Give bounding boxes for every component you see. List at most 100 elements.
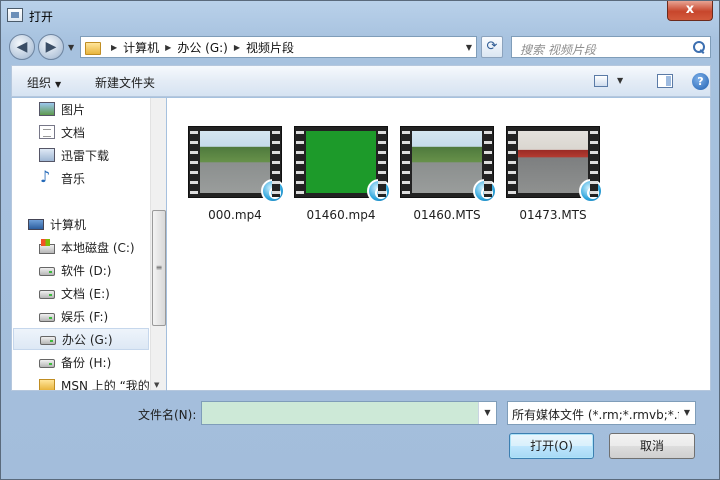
drive-icon bbox=[39, 290, 55, 299]
sidebar-item-drive-h[interactable]: 备份 (H:) bbox=[12, 351, 152, 373]
filename-label: 文件名(N): bbox=[138, 408, 197, 422]
chevron-down-icon[interactable]: ▼ bbox=[617, 76, 623, 85]
file-list: 000.mp4 01460.mp4 01460.MTS 01473.MTS bbox=[167, 98, 711, 391]
video-thumbnail bbox=[506, 126, 603, 203]
navigation-bar: ◀ ▶ ▼ ▶ 计算机 ▶ 办公 (G:) ▶ 视频片段 ▼ ⟳ 搜索 视频片段 bbox=[1, 31, 719, 63]
sidebar-item-pictures[interactable]: 图片 bbox=[12, 98, 152, 120]
preview-pane-icon[interactable] bbox=[657, 74, 673, 88]
sidebar-item-label: 娱乐 (F:) bbox=[61, 309, 109, 324]
media-player-icon bbox=[367, 179, 391, 203]
navigation-pane: 图片 文档 迅雷下载 音乐 计算机 本地磁盘 (C:) 软件 (D:) 文档 bbox=[11, 98, 166, 391]
organize-menu[interactable]: 组织 ▼ bbox=[27, 74, 61, 91]
help-icon[interactable]: ? bbox=[692, 73, 709, 90]
sidebar-item-label: 计算机 bbox=[50, 217, 87, 232]
close-button[interactable]: x bbox=[667, 1, 713, 21]
sidebar-item-label: 图片 bbox=[61, 102, 86, 117]
organize-label: 组织 bbox=[27, 76, 52, 90]
chevron-down-icon[interactable]: ▼ bbox=[679, 402, 695, 424]
scrollbar-thumb[interactable]: ≡ bbox=[152, 210, 166, 326]
breadcrumb-video-clips[interactable]: 视频片段 bbox=[246, 39, 294, 56]
drive-icon bbox=[39, 313, 55, 322]
video-thumbnail bbox=[400, 126, 497, 203]
command-toolbar: 组织 ▼ 新建文件夹 ▼ ? bbox=[11, 65, 711, 97]
video-thumbnail bbox=[188, 126, 285, 203]
file-item[interactable]: 01460.mp4 bbox=[291, 126, 391, 222]
file-item[interactable]: 01473.MTS bbox=[503, 126, 603, 222]
sidebar-item-label: 软件 (D:) bbox=[61, 263, 112, 278]
window-title: 打开 bbox=[29, 10, 54, 24]
chevron-right-icon[interactable]: ▶ bbox=[234, 43, 240, 52]
search-icon[interactable] bbox=[691, 40, 705, 54]
file-name: 01473.MTS bbox=[519, 208, 587, 222]
sidebar-item-drive-g[interactable]: 办公 (G:) bbox=[13, 328, 149, 350]
file-name: 01460.mp4 bbox=[306, 208, 376, 222]
sidebar-item-label: 文档 bbox=[61, 125, 86, 140]
cancel-button[interactable]: 取消 bbox=[609, 433, 695, 459]
new-folder-button[interactable]: 新建文件夹 bbox=[95, 74, 155, 91]
sidebar-item-label: 音乐 bbox=[61, 171, 86, 186]
sidebar-item-documents[interactable]: 文档 bbox=[12, 121, 152, 143]
sidebar-item-label: 迅雷下载 bbox=[61, 148, 110, 163]
chevron-down-icon[interactable]: ▼ bbox=[478, 402, 496, 424]
forward-button[interactable]: ▶ bbox=[38, 34, 64, 60]
computer-icon bbox=[28, 218, 44, 230]
drive-icon bbox=[39, 267, 55, 276]
sidebar-item-drive-e[interactable]: 文档 (E:) bbox=[12, 282, 152, 304]
file-type-value: 所有媒体文件 (*.rm;*.rmvb;*.fl bbox=[512, 408, 686, 422]
address-bar[interactable]: ▶ 计算机 ▶ 办公 (G:) ▶ 视频片段 ▼ bbox=[80, 36, 477, 58]
search-placeholder: 搜索 视频片段 bbox=[520, 43, 596, 57]
chevron-right-icon[interactable]: ▶ bbox=[111, 43, 117, 52]
breadcrumb-computer[interactable]: 计算机 bbox=[123, 39, 159, 56]
drive-icon bbox=[40, 336, 56, 345]
media-player-icon bbox=[261, 179, 285, 203]
breadcrumb-drive-g[interactable]: 办公 (G:) bbox=[177, 39, 228, 56]
music-icon bbox=[39, 167, 55, 186]
scroll-down-arrow[interactable]: ▼ bbox=[154, 381, 159, 389]
open-file-dialog: 打开 x ◀ ▶ ▼ ▶ 计算机 ▶ 办公 (G:) ▶ 视频片段 ▼ ⟳ 搜索… bbox=[0, 0, 720, 480]
video-frame bbox=[412, 131, 482, 193]
search-input[interactable]: 搜索 视频片段 bbox=[511, 36, 711, 58]
media-player-icon bbox=[579, 179, 603, 203]
chevron-right-icon[interactable]: ▶ bbox=[165, 43, 171, 52]
sidebar-item-drive-d[interactable]: 软件 (D:) bbox=[12, 259, 152, 281]
sidebar-item-drive-f[interactable]: 娱乐 (F:) bbox=[12, 305, 152, 327]
chevron-down-icon[interactable]: ▼ bbox=[466, 43, 472, 52]
sidebar-item-music[interactable]: 音乐 bbox=[12, 167, 152, 189]
file-name: 01460.MTS bbox=[413, 208, 481, 222]
sidebar-item-msn-folder[interactable]: MSN 上的 “我的 bbox=[12, 374, 152, 391]
back-button[interactable]: ◀ bbox=[9, 34, 35, 60]
open-button[interactable]: 打开(O) bbox=[509, 433, 594, 459]
system-drive-icon bbox=[39, 238, 55, 254]
sidebar-item-label: 备份 (H:) bbox=[61, 355, 112, 370]
file-type-select[interactable]: 所有媒体文件 (*.rm;*.rmvb;*.fl ▼ bbox=[507, 401, 696, 425]
media-player-icon bbox=[473, 179, 497, 203]
file-name: 000.mp4 bbox=[208, 208, 262, 222]
view-mode-icon[interactable] bbox=[594, 75, 608, 87]
pictures-icon bbox=[39, 102, 55, 116]
download-icon bbox=[39, 148, 55, 162]
video-frame bbox=[200, 131, 270, 193]
sidebar-item-label: MSN 上的 “我的 bbox=[61, 378, 150, 391]
sidebar-item-computer[interactable]: 计算机 bbox=[12, 213, 152, 235]
file-item[interactable]: 000.mp4 bbox=[185, 126, 285, 222]
recent-locations-dropdown[interactable]: ▼ bbox=[68, 43, 76, 52]
sidebar-item-label: 办公 (G:) bbox=[62, 332, 113, 347]
folder-icon bbox=[39, 379, 55, 390]
folder-icon bbox=[85, 40, 101, 55]
sidebar-item-label: 本地磁盘 (C:) bbox=[61, 240, 135, 255]
refresh-button[interactable]: ⟳ bbox=[481, 36, 503, 58]
chevron-down-icon: ▼ bbox=[55, 80, 62, 89]
file-item[interactable]: 01460.MTS bbox=[397, 126, 497, 222]
title-bar: 打开 x bbox=[1, 1, 719, 31]
video-frame bbox=[518, 131, 588, 193]
sidebar-scrollbar[interactable]: ≡ ▼ bbox=[150, 98, 166, 390]
sidebar-item-downloads[interactable]: 迅雷下载 bbox=[12, 144, 152, 166]
app-window-icon bbox=[7, 8, 23, 22]
documents-icon bbox=[39, 125, 55, 139]
video-frame bbox=[306, 131, 376, 193]
sidebar-item-label: 文档 (E:) bbox=[61, 286, 110, 301]
filename-input[interactable]: ▼ bbox=[201, 401, 497, 425]
video-thumbnail bbox=[294, 126, 391, 203]
sidebar-item-drive-c[interactable]: 本地磁盘 (C:) bbox=[12, 236, 152, 258]
drive-icon bbox=[39, 359, 55, 368]
